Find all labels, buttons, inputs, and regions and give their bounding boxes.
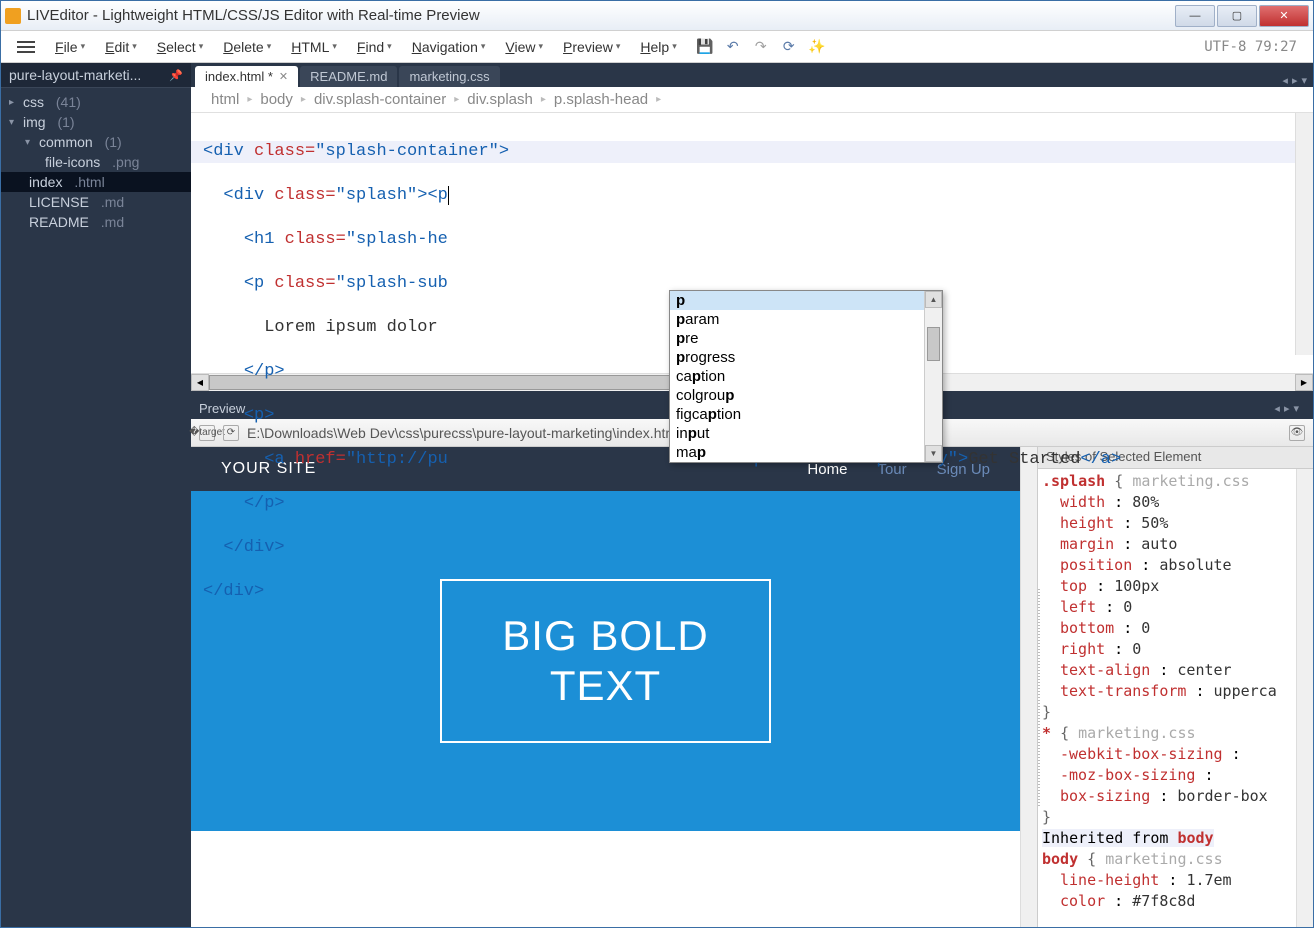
ac-item[interactable]: map (670, 443, 942, 462)
menu-delete[interactable]: Delete▾ (215, 35, 279, 59)
styles-resize-handle[interactable] (1038, 589, 1040, 807)
ac-item[interactable]: caption (670, 367, 942, 386)
autocomplete-popup[interactable]: p param pre progress caption colgroup fi… (669, 290, 943, 463)
menu-select[interactable]: Select▾ (149, 35, 211, 59)
tree-folder-css[interactable]: ▸css (41) (1, 92, 191, 112)
tab-index[interactable]: index.html *✕ (195, 66, 298, 87)
tab-nav[interactable]: ◂▸▾ (1276, 74, 1313, 87)
tab-marketing[interactable]: marketing.css (399, 66, 499, 87)
sidebar-tab[interactable]: pure-layout-marketi... 📌 (1, 63, 191, 88)
bc-body[interactable]: body (260, 91, 293, 108)
window-titlebar: LIVEditor - Lightweight HTML/CSS/JS Edit… (1, 1, 1313, 31)
wand-icon[interactable]: ✨ (809, 39, 825, 55)
menu-view[interactable]: View▾ (497, 35, 551, 59)
undo-icon[interactable]: ↶ (725, 39, 741, 55)
autocomplete-scrollbar[interactable]: ▲ ▼ (924, 291, 942, 462)
code-editor[interactable]: <div class="splash-container"> <div clas… (191, 113, 1313, 373)
scroll-down-icon[interactable]: ▼ (925, 445, 942, 462)
app-icon (5, 8, 21, 24)
splash-box: BIG BOLD TEXT (440, 579, 770, 744)
ac-item[interactable]: figcaption (670, 405, 942, 424)
menu-preview[interactable]: Preview▾ (555, 35, 628, 59)
bc-p[interactable]: p.splash-head (554, 91, 648, 108)
file-tree: ▸css (41) ▾img (1) ▾common (1) file-icon… (1, 88, 191, 236)
ac-item[interactable]: p (670, 291, 942, 310)
bc-div2[interactable]: div.splash (467, 91, 533, 108)
redo-icon[interactable]: ↷ (753, 39, 769, 55)
scroll-up-icon[interactable]: ▲ (925, 291, 942, 308)
styles-panel: Styles of Selected Element .splash { mar… (1037, 447, 1313, 927)
splash-text-1: BIG BOLD (502, 611, 708, 661)
close-icon[interactable]: ✕ (279, 70, 288, 83)
refresh-icon[interactable]: ⟳ (781, 39, 797, 55)
menu-file[interactable]: File▾ (47, 35, 93, 59)
tab-readme[interactable]: README.md (300, 66, 397, 87)
tree-file-readme[interactable]: README .md (1, 212, 191, 232)
menu-help[interactable]: Help▾ (632, 35, 684, 59)
pin-icon[interactable]: 📌 (169, 69, 183, 82)
window-title: LIVEditor - Lightweight HTML/CSS/JS Edit… (27, 7, 1175, 24)
menu-edit[interactable]: Edit▾ (97, 35, 145, 59)
tree-file-index[interactable]: index .html (1, 172, 191, 192)
menu-find[interactable]: Find▾ (349, 35, 400, 59)
menu-bar: File▾ Edit▾ Select▾ Delete▾ HTML▾ Find▾ … (1, 31, 1313, 63)
tree-folder-common[interactable]: ▾common (1) (1, 132, 191, 152)
close-button[interactable]: ✕ (1259, 5, 1309, 27)
tree-file-license[interactable]: LICENSE .md (1, 192, 191, 212)
tree-file-fileicons[interactable]: file-icons .png (1, 152, 191, 172)
status-info: UTF-8 79:27 (1204, 39, 1305, 55)
editor-tabs: index.html *✕ README.md marketing.css ◂▸… (191, 63, 1313, 87)
sidebar-tab-label: pure-layout-marketi... (9, 67, 141, 83)
ac-item[interactable]: input (670, 424, 942, 443)
scroll-thumb[interactable] (927, 327, 940, 361)
menu-html[interactable]: HTML▾ (283, 35, 345, 59)
minimize-button[interactable]: — (1175, 5, 1215, 27)
menu-navigation[interactable]: Navigation▾ (404, 35, 494, 59)
save-icon[interactable]: 💾 (697, 39, 713, 55)
tree-folder-img[interactable]: ▾img (1) (1, 112, 191, 132)
breadcrumb: html▸ body▸ div.splash-container▸ div.sp… (191, 87, 1313, 113)
ac-item[interactable]: colgroup (670, 386, 942, 405)
preview-viewport[interactable]: YOUR SITE Home Tour Sign Up BIG BOLD TEX… (191, 447, 1020, 927)
ac-item[interactable]: progress (670, 348, 942, 367)
splash-text-2: TEXT (502, 661, 708, 711)
bc-html[interactable]: html (211, 91, 239, 108)
hamburger-menu[interactable] (9, 34, 43, 60)
ac-item[interactable]: param (670, 310, 942, 329)
ac-item[interactable]: pre (670, 329, 942, 348)
bc-div1[interactable]: div.splash-container (314, 91, 446, 108)
maximize-button[interactable]: ▢ (1217, 5, 1257, 27)
